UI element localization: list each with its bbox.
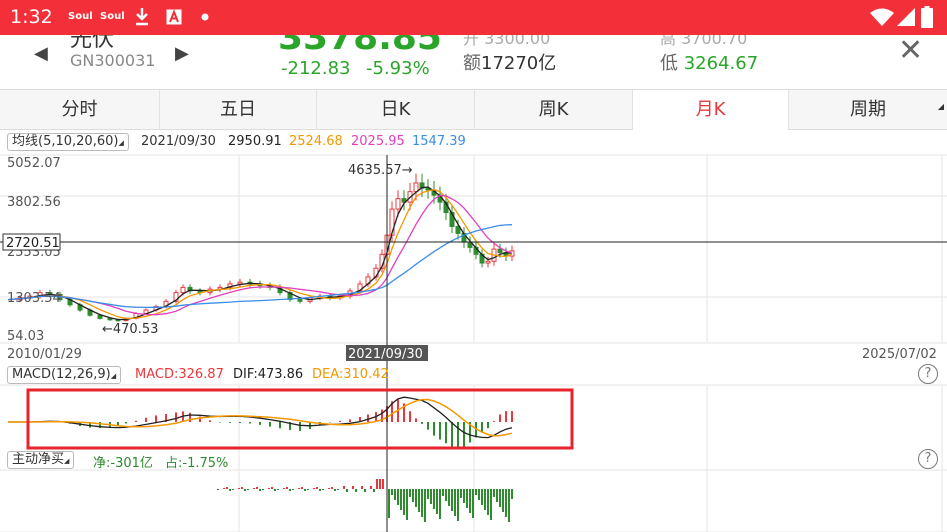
flow-help-icon[interactable]: ? xyxy=(918,449,938,469)
candle-body xyxy=(237,281,243,285)
ma60-line xyxy=(7,224,513,309)
flow-legend-bar: 主动净买◢ 净:-301亿 占:-1.75% xyxy=(0,449,947,471)
macd-legend-bar: MACD(12,26,9)◢ MACD:326.87 DIF:473.86 DE… xyxy=(0,364,947,386)
ma-lines xyxy=(7,186,513,321)
macd-help-icon[interactable]: ? xyxy=(918,364,938,384)
chart-grid xyxy=(0,154,947,532)
dropdown-corner-icon: ◢ xyxy=(64,457,70,465)
candle-body xyxy=(497,248,503,254)
dropdown-corner-icon: ◢ xyxy=(110,372,117,380)
candle-body xyxy=(485,260,491,264)
flow-net-value: 净:-301亿 xyxy=(93,456,153,471)
ma10-line xyxy=(7,188,513,320)
flow-selector[interactable]: 主动净买◢ xyxy=(7,451,75,469)
time-axis-start: 2010/01/29 xyxy=(7,347,82,362)
price-axis-top: 5052.07 xyxy=(7,156,61,171)
macd-selector[interactable]: MACD(12,26,9)◢ xyxy=(7,366,122,384)
time-axis-end: 2025/07/02 xyxy=(862,347,937,362)
flow-ratio-value: 占:-1.75% xyxy=(165,456,229,471)
candle-body xyxy=(395,198,401,210)
crosshair-time-label: 2021/09/30 xyxy=(348,347,423,362)
flow-bars xyxy=(217,479,513,522)
macd-lines xyxy=(8,396,513,439)
flow-selector-label: 主动净买 xyxy=(12,452,65,467)
highlight-box xyxy=(26,388,574,450)
high-annotation: 4635.57→ xyxy=(348,163,413,178)
candle-body xyxy=(297,299,303,302)
price-axis-second: 3802.56 xyxy=(7,195,61,210)
dea-value: DEA:310.42 xyxy=(312,367,389,382)
price-axis-fourth: 1303.54 xyxy=(7,291,61,306)
macd-histogram xyxy=(39,399,513,448)
candle-body xyxy=(180,286,186,294)
macd-selector-label: MACD(12,26,9) xyxy=(12,367,111,382)
low-annotation: ←470.53 xyxy=(102,322,158,337)
macd-value: MACD:326.87 xyxy=(135,367,224,382)
crosshair-price-label: 2720.51 xyxy=(6,236,60,251)
dif-value: DIF:473.86 xyxy=(233,367,304,382)
price-axis-bottom: 54.03 xyxy=(7,329,44,344)
